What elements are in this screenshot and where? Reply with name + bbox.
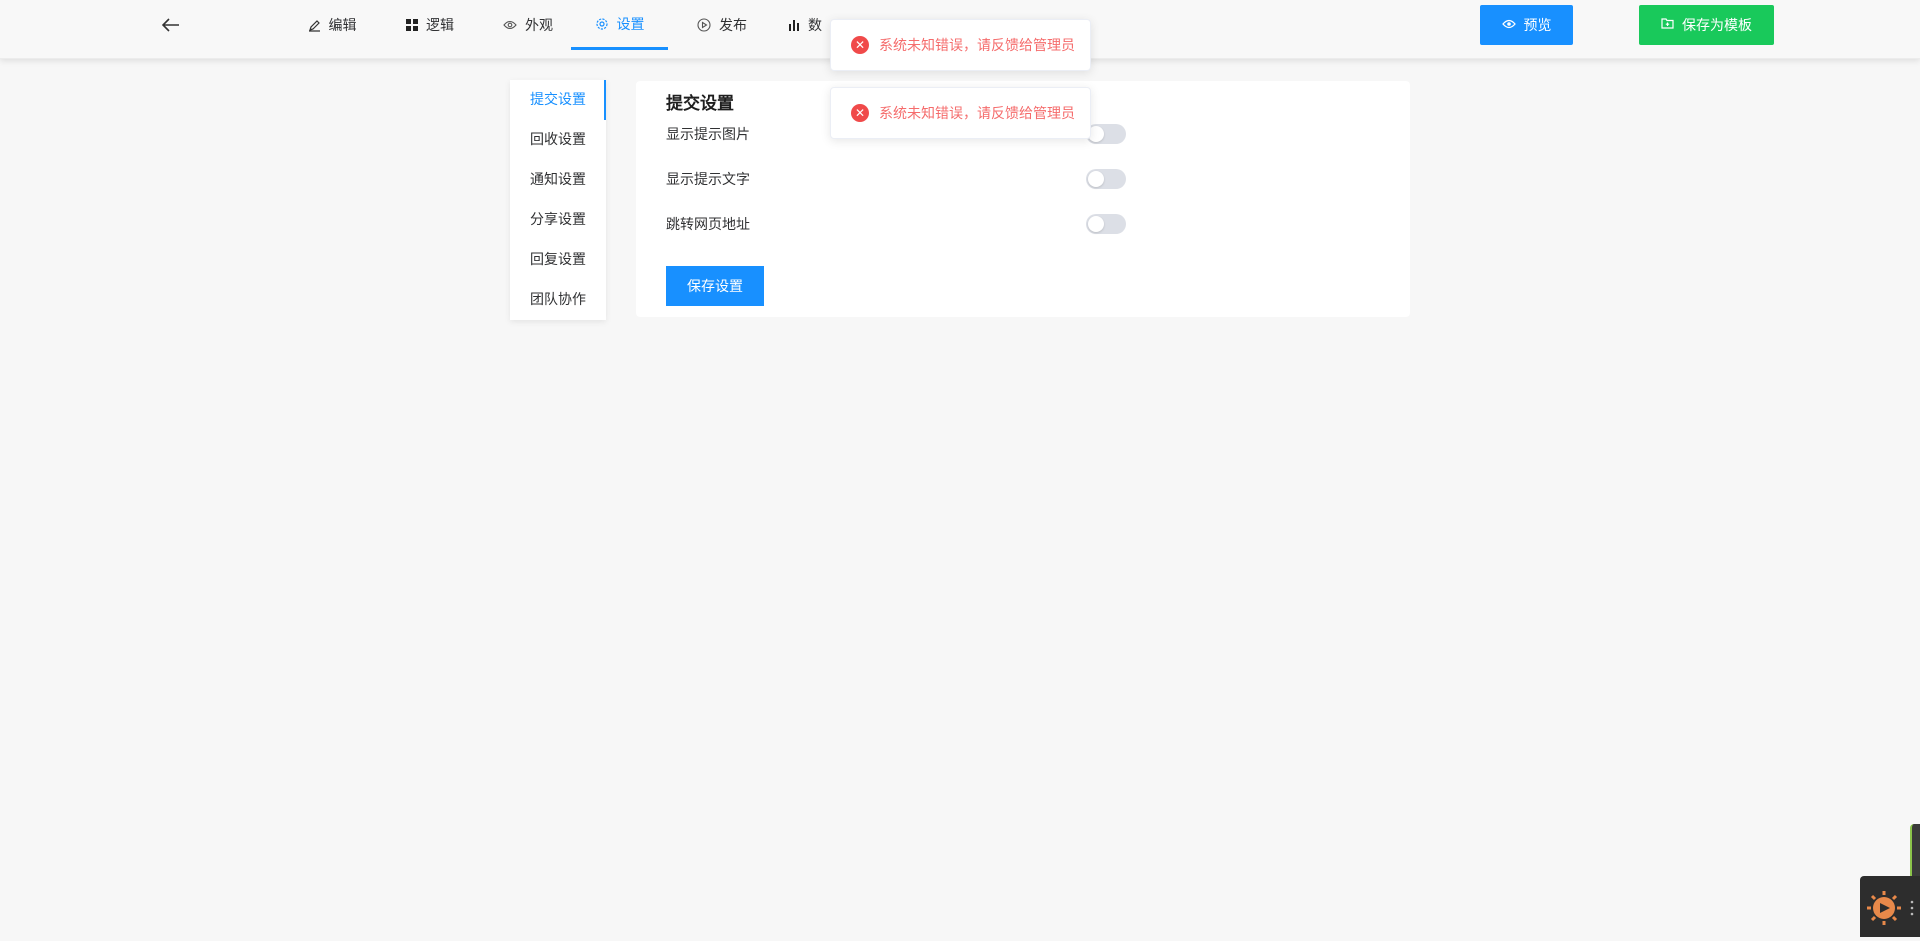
settings-sidebar: 提交设置 回收设置 通知设置 分享设置 回复设置 团队协作: [510, 80, 606, 320]
toast-message: 系统未知错误，请反馈给管理员: [879, 106, 1075, 122]
save-as-template-label: 保存为模板: [1682, 18, 1752, 34]
folder-plus-icon: [1661, 17, 1674, 33]
sidebar-item-reply[interactable]: 回复设置: [510, 240, 606, 280]
save-settings-button[interactable]: 保存设置: [666, 266, 764, 306]
play-circle-icon: [697, 18, 711, 32]
setting-label: 显示提示文字: [666, 172, 750, 188]
toggle-knob: [1088, 216, 1104, 232]
sidebar-item-share[interactable]: 分享设置: [510, 200, 606, 240]
floating-widget-handle[interactable]: [1910, 824, 1920, 876]
toggle-knob: [1088, 171, 1104, 187]
sidebar-item-notify[interactable]: 通知设置: [510, 160, 606, 200]
error-circle-icon: ✕: [851, 36, 869, 54]
pen-icon: [308, 19, 321, 32]
tab-label: 设置: [616, 16, 645, 33]
floating-widget[interactable]: [1860, 876, 1920, 937]
tab-label: 发布: [719, 18, 747, 34]
tab-publish[interactable]: 发布: [690, 0, 754, 50]
tab-label: 数: [808, 18, 822, 34]
eye-icon: [1501, 17, 1516, 33]
bar-chart-icon: [788, 19, 800, 31]
back-arrow-icon[interactable]: [158, 12, 184, 38]
eye-icon: [503, 20, 517, 30]
toast-message: 系统未知错误，请反馈给管理员: [879, 38, 1075, 54]
tab-label: 逻辑: [426, 18, 454, 34]
error-circle-icon: ✕: [851, 104, 869, 122]
sidebar-item-submit[interactable]: 提交设置: [510, 80, 606, 120]
error-toast: ✕ 系统未知错误，请反馈给管理员: [830, 19, 1091, 71]
setting-label: 显示提示图片: [666, 127, 750, 143]
preview-label: 预览: [1523, 18, 1552, 34]
redirect-url-toggle[interactable]: [1086, 214, 1126, 234]
panel-title: 提交设置: [666, 94, 734, 114]
save-as-template-button[interactable]: 保存为模板: [1639, 5, 1774, 45]
setting-row-redirect-url: 跳转网页地址: [666, 212, 1126, 236]
error-toast: ✕ 系统未知错误，请反馈给管理员: [830, 87, 1091, 139]
tab-edit[interactable]: 编辑: [300, 0, 364, 50]
sidebar-item-team[interactable]: 团队协作: [510, 280, 606, 320]
setting-label: 跳转网页地址: [666, 217, 750, 233]
grid-icon: [406, 19, 418, 31]
gear-icon: [595, 17, 609, 31]
sidebar-item-recycle[interactable]: 回收设置: [510, 120, 606, 160]
show-image-toggle[interactable]: [1086, 124, 1126, 144]
tab-logic[interactable]: 逻辑: [398, 0, 462, 50]
tab-label: 编辑: [328, 18, 357, 34]
tab-settings[interactable]: 设置: [571, 0, 668, 50]
tab-label: 外观: [525, 18, 553, 34]
show-text-toggle[interactable]: [1086, 169, 1126, 189]
setting-row-show-text: 显示提示文字: [666, 167, 1126, 191]
tab-appearance[interactable]: 外观: [496, 0, 560, 50]
tab-data[interactable]: 数: [788, 0, 832, 50]
sun-logo-icon: [1860, 891, 1920, 941]
preview-button[interactable]: 预览: [1480, 5, 1573, 45]
